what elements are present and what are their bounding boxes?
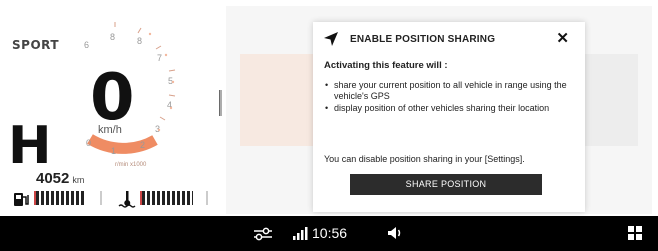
dialog-title: ENABLE POSITION SHARING [350,34,496,45]
volume-icon[interactable] [386,224,404,242]
dialog-intro: Activating this feature will : [324,60,448,71]
instrument-cluster: SPORT 0 2 3 4 5 7 8 8 6 1 r/min x1000 0 … [0,0,220,216]
rpm-unit-label: r/min x1000 [115,162,147,168]
drive-mode-label: SPORT [12,38,60,52]
rpm-tick-label: 6 [84,40,89,50]
odometer-value: 4052 [36,170,70,187]
rpm-tick-label: 0 [86,138,91,148]
rpm-arc-highlight [87,134,158,154]
position-sharing-dialog: ENABLE POSITION SHARING ✕ Activating thi… [313,22,585,212]
fuel-level-bars [34,191,102,205]
odometer-unit: km [72,175,85,185]
coolant-temperature-icon [118,191,136,208]
dialog-note: You can disable position sharing in your… [324,154,525,164]
rpm-tick-label: 1 [111,146,116,156]
dialog-bullet: share your current position to all vehic… [324,80,576,102]
dialog-header: ENABLE POSITION SHARING ✕ [323,30,575,49]
temperature-level-bars [140,191,208,205]
rpm-tick-label: 8 [137,36,142,46]
temperature-level-fill [142,191,194,205]
toggle-icon[interactable] [252,226,274,242]
rpm-tick-label: 5 [168,76,173,86]
rpm-tick-label: 7 [157,53,162,63]
rpm-tick-label: 8 [110,32,115,42]
speed-readout: 0 [90,61,135,135]
clock-time: 10:56 [312,225,348,241]
odometer: 4052 km [36,170,84,187]
share-position-button[interactable]: SHARE POSITION [350,174,542,195]
grid-menu-icon[interactable] [628,226,642,240]
fuel-gauge [12,188,102,210]
rpm-dial: 0 2 3 4 5 7 8 8 6 1 r/min x1000 [84,22,176,168]
gear-indicator: H [8,116,52,176]
navigation-arrow-icon [324,32,338,46]
fuel-level-fill [36,191,84,205]
speed-unit: km/h [98,124,122,136]
dialog-bullet-list: share your current position to all vehic… [324,80,576,115]
fuel-pump-icon [14,193,29,206]
rpm-tick-label: 2 [140,140,145,150]
close-icon[interactable]: ✕ [556,30,569,48]
temperature-gauge [118,188,213,210]
signal-icon [293,227,308,240]
bottom-status-bar: 10:56 [0,216,658,251]
dialog-bullet: display position of other vehicles shari… [324,103,576,114]
